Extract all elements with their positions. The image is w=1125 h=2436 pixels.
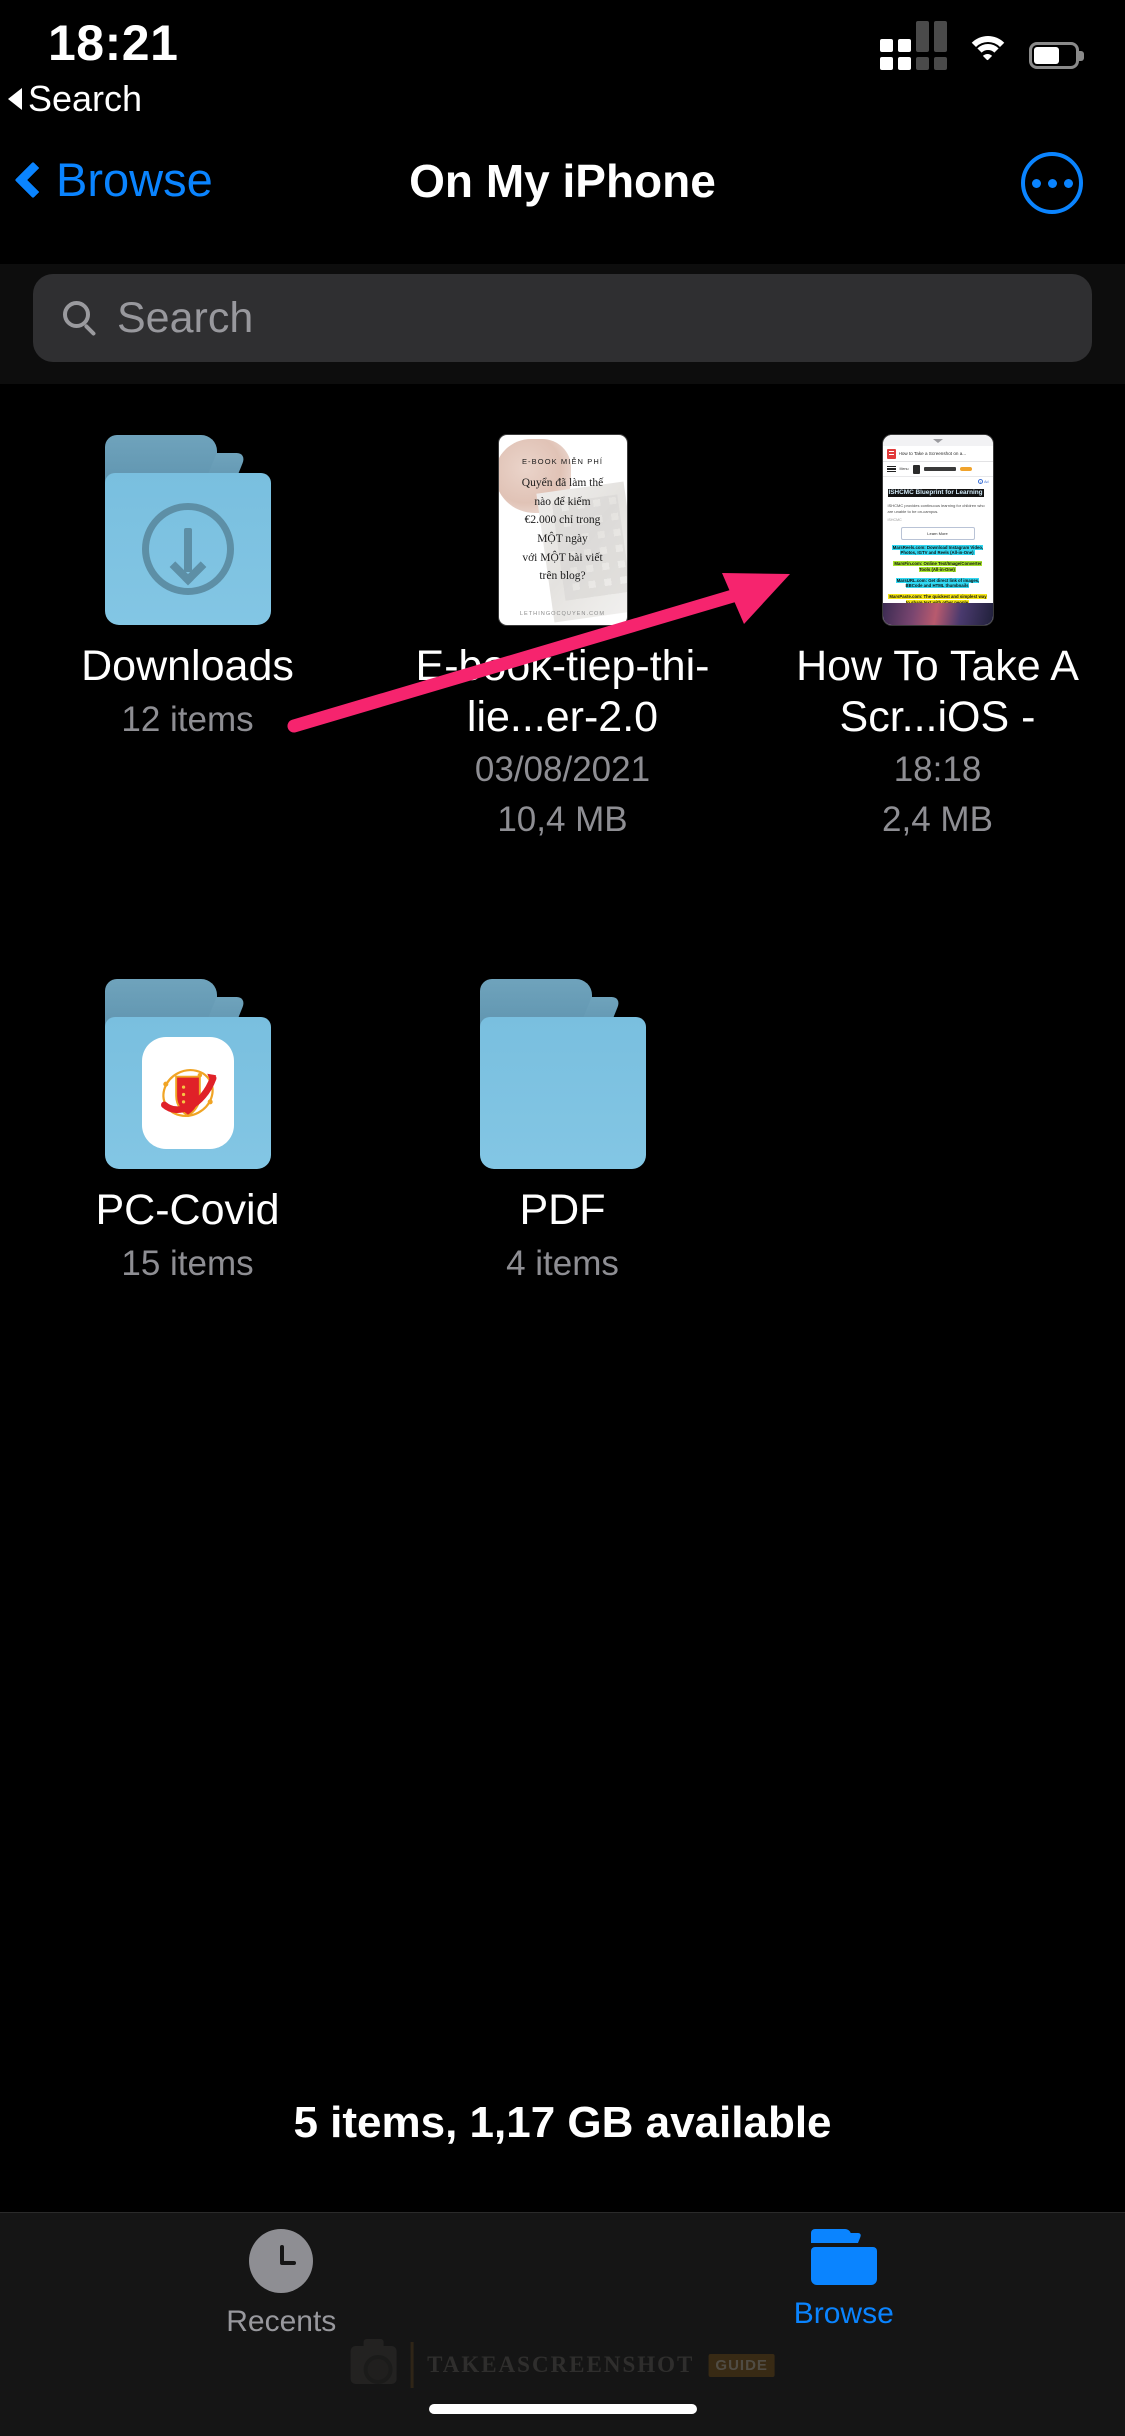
site-nav-row: Menu xyxy=(882,462,993,477)
grid-row: Downloads 12 items E-BOOK MIỄN PHÍ Quyển… xyxy=(0,410,1125,842)
watermark-badge: GUIDE xyxy=(708,2353,775,2377)
page-headline: ISHCMC Blueprint for Learning xyxy=(887,489,984,498)
cover-line: Quyển đã làm thế xyxy=(521,477,604,489)
folder-downloads-icon xyxy=(104,435,271,625)
item-subtitle: 15 items xyxy=(121,1243,254,1283)
item-caption: Downloads 12 items xyxy=(38,641,338,741)
item-subtitle: 12 items xyxy=(121,699,254,739)
folder-plain-icon xyxy=(479,978,646,1169)
grid-item-screenshot[interactable]: How to Take a Screenshot on a... Menu i xyxy=(750,410,1125,842)
status-summary: 5 items, 1,17 GB available xyxy=(293,2098,832,2147)
screenshot-thumbnail: How to Take a Screenshot on a... Menu i xyxy=(882,435,993,625)
cover-footer: LETHINGOCQUYEN.COM xyxy=(519,611,606,617)
tab-browse-label: Browse xyxy=(793,2297,894,2330)
cover-lines: Quyển đã làm thế nào để kiếm €2.000 chỉ … xyxy=(506,474,620,586)
item-name: PC-Covid xyxy=(95,1185,280,1234)
browser-chrome-bar xyxy=(882,435,993,446)
cover-line: trên blog? xyxy=(539,570,586,583)
item-caption: PDF 4 items xyxy=(413,1185,713,1285)
status-bar-indicators xyxy=(880,21,1084,70)
page-paragraph: ISHCMC provides continuous learning for … xyxy=(887,503,985,514)
cellular-signal-icon xyxy=(880,21,947,70)
tab-recents-label: Recents xyxy=(226,2305,337,2338)
folder-icon xyxy=(810,2229,877,2285)
item-subtitle: 18:18 xyxy=(893,750,982,790)
menu-label: Menu xyxy=(899,467,909,471)
pdf-thumbnail: E-BOOK MIỄN PHÍ Quyển đã làm thế nào để … xyxy=(498,435,627,625)
item-caption: PC-Covid 15 items xyxy=(38,1185,338,1285)
item-name: PDF xyxy=(519,1185,606,1234)
search-input[interactable]: Search xyxy=(33,274,1092,362)
page-body: i Ad ISHCMC Blueprint for Learning ISHCM… xyxy=(882,477,993,625)
item-name: How To Take A Scr...iOS - xyxy=(796,642,1079,741)
home-indicator[interactable] xyxy=(428,2404,697,2414)
thumbnail xyxy=(104,954,271,1169)
highlighted-text: MarsFin.com: Online Text/Image/Converter… xyxy=(893,561,982,572)
item-subtitle: 4 items xyxy=(506,1243,619,1283)
file-grid: Downloads 12 items E-BOOK MIỄN PHÍ Quyển… xyxy=(0,410,1125,1285)
item-caption: How To Take A Scr...iOS - 18:18 2,4 MB xyxy=(788,641,1088,842)
watermark-text: TAKEASCREENSHOT xyxy=(427,2352,695,2377)
cover-line: với MỘT bài viết xyxy=(522,551,603,564)
search-bar-container: Search xyxy=(0,264,1125,384)
cover-kicker: E-BOOK MIỄN PHÍ xyxy=(521,457,604,466)
search-placeholder: Search xyxy=(117,293,254,342)
site-badge xyxy=(959,467,972,471)
site-logo-text xyxy=(923,467,956,471)
watermark: TAKEASCREENSHOT GUIDE xyxy=(350,2339,775,2388)
thumbnail xyxy=(104,410,271,625)
grid-item-downloads[interactable]: Downloads 12 items xyxy=(0,410,375,842)
status-bar-back-label: Search xyxy=(28,78,143,119)
site-logo-icon xyxy=(912,464,920,474)
ellipsis-dot xyxy=(1047,178,1057,188)
navigation-bar: Browse On My iPhone xyxy=(0,140,1125,250)
grid-item-pc-covid[interactable]: PC-Covid 15 items xyxy=(0,954,375,1285)
thumbnail: How to Take a Screenshot on a... Menu i xyxy=(882,410,993,625)
page-title: On My iPhone xyxy=(409,155,716,207)
camera-icon xyxy=(350,2339,397,2384)
hamburger-icon xyxy=(886,465,896,473)
cover-line: €2.000 chỉ trong xyxy=(524,514,601,527)
ad-label: i Ad xyxy=(978,479,989,484)
ellipsis-dot xyxy=(1063,178,1073,188)
highlighted-text: MarsReels.com: Download Instagram Video,… xyxy=(891,544,984,556)
highlighted-text: MarsURL.com: Get direct link of images, … xyxy=(895,577,980,589)
grid-item-ebook-pdf[interactable]: E-BOOK MIỄN PHÍ Quyển đã làm thế nào để … xyxy=(375,410,750,842)
status-bar-time: 18:21 xyxy=(48,15,179,71)
item-name: Downloads xyxy=(81,642,294,690)
favicon-icon xyxy=(886,448,896,459)
clock-icon xyxy=(249,2229,314,2293)
triangle-left-icon xyxy=(8,88,22,110)
cover-line: nào để kiếm xyxy=(534,495,591,508)
thumbnail: E-BOOK MIỄN PHÍ Quyển đã làm thế nào để … xyxy=(498,410,627,625)
battery-icon xyxy=(1029,42,1084,70)
item-filesize: 2,4 MB xyxy=(882,800,993,840)
item-name: E-book-tiep-thi-lie...er-2.0 xyxy=(415,642,710,741)
status-bar: 18:21 Search xyxy=(0,0,1125,132)
grid-row: PC-Covid 15 items PDF 4 items xyxy=(0,954,1125,1285)
page-source: ISHCMC xyxy=(887,517,902,522)
grid-item-empty xyxy=(750,954,1125,1285)
status-bar-back-to-app[interactable]: Search xyxy=(8,78,142,120)
download-arrow-icon xyxy=(141,503,234,595)
learn-more-button: Learn More xyxy=(900,526,975,540)
page-photo xyxy=(882,603,993,625)
cover-line: MỘT ngày xyxy=(537,532,588,545)
browser-tab-row: How to Take a Screenshot on a... xyxy=(882,446,993,462)
pc-covid-app-icon xyxy=(141,1036,234,1149)
ellipsis-dot xyxy=(1031,178,1041,188)
more-options-button[interactable] xyxy=(1021,152,1083,214)
wifi-icon xyxy=(965,36,1011,70)
browser-tab-title: How to Take a Screenshot on a... xyxy=(898,451,967,456)
tab-bar: Recents Browse xyxy=(0,2212,1125,2436)
watermark-divider xyxy=(410,2342,414,2388)
item-filesize: 10,4 MB xyxy=(497,800,628,840)
grid-item-pdf-folder[interactable]: PDF 4 items xyxy=(375,954,750,1285)
iphone-files-screen: 18:21 Search Browse On My iPhone Search … xyxy=(0,0,1125,2436)
thumbnail xyxy=(479,954,646,1169)
magnifier-icon xyxy=(63,301,97,337)
item-caption: E-book-tiep-thi-lie...er-2.0 03/08/2021 … xyxy=(413,641,713,842)
folder-app-icon xyxy=(104,978,271,1169)
item-subtitle: 03/08/2021 xyxy=(474,750,651,790)
